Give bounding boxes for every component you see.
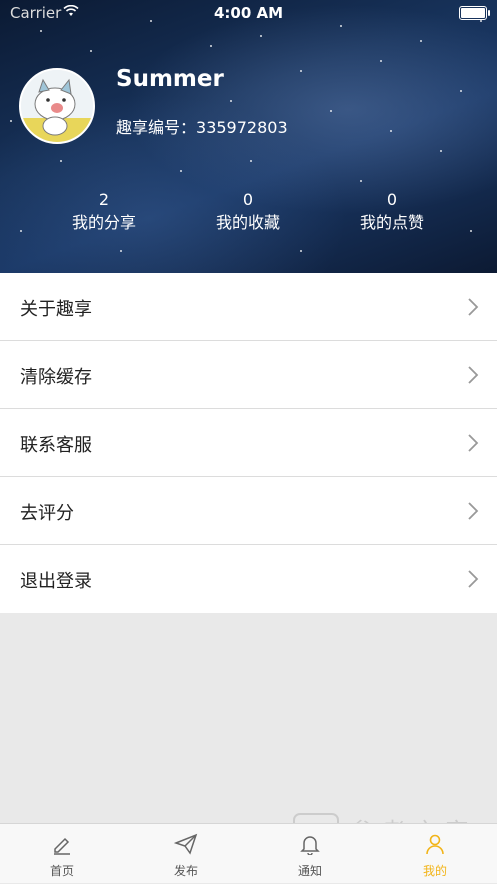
status-time: 4:00 AM <box>213 4 284 22</box>
tab-label: 通知 <box>297 864 322 878</box>
tab-label: 首页 <box>49 864 74 878</box>
menu-item-contact-support[interactable]: 联系客服 <box>0 409 497 477</box>
user-name: Summer <box>116 66 224 92</box>
chevron-right-icon <box>468 434 479 452</box>
edit-icon <box>54 837 70 855</box>
chevron-right-icon <box>468 366 479 384</box>
profile-header: Carrier 4:00 AM Summer 趣享编号：335972803 2 … <box>0 0 497 273</box>
stat-count: 0 <box>386 190 398 209</box>
stat-label: 我的分享 <box>71 213 136 232</box>
paper-plane-icon <box>174 833 198 855</box>
user-id-label: 趣享编号： <box>116 118 197 137</box>
user-id: 趣享编号：335972803 <box>116 114 288 138</box>
avatar[interactable] <box>19 68 95 144</box>
menu-item-label: 关于趣享 <box>20 299 92 320</box>
chevron-right-icon <box>468 502 479 520</box>
tab-publish[interactable]: 发布 <box>124 824 248 884</box>
tab-label: 发布 <box>173 864 198 878</box>
stat-count: 2 <box>98 190 110 209</box>
cat-avatar-icon <box>21 70 93 142</box>
stat-my-likes[interactable]: 0 我的点赞 <box>332 190 452 236</box>
chevron-right-icon <box>468 298 479 316</box>
user-id-value: 335972803 <box>196 118 288 137</box>
stat-label: 我的收藏 <box>215 213 280 232</box>
bell-icon <box>300 836 320 855</box>
tab-me[interactable]: 我的 <box>373 824 497 884</box>
menu-item-logout[interactable]: 退出登录 <box>0 545 497 613</box>
menu-item-about[interactable]: 关于趣享 <box>0 273 497 341</box>
menu-item-label: 去评分 <box>20 503 74 524</box>
stat-my-favorites[interactable]: 0 我的收藏 <box>188 190 308 236</box>
stat-label: 我的点赞 <box>359 213 424 232</box>
menu-item-label: 联系客服 <box>20 435 92 456</box>
menu-item-rate[interactable]: 去评分 <box>0 477 497 545</box>
tab-bar: 首页 发布 通知 我的 <box>0 823 497 883</box>
settings-menu: 关于趣享 清除缓存 联系客服 去评分 退出登录 <box>0 273 497 613</box>
menu-item-label: 清除缓存 <box>20 367 92 388</box>
stat-my-shares[interactable]: 2 我的分享 <box>44 190 164 236</box>
battery-icon <box>459 6 490 20</box>
menu-item-clear-cache[interactable]: 清除缓存 <box>0 341 497 409</box>
tab-label: 我的 <box>422 864 447 878</box>
tab-home[interactable]: 首页 <box>0 824 124 884</box>
status-bar: Carrier 4:00 AM <box>0 0 497 26</box>
chevron-right-icon <box>468 570 479 588</box>
person-icon <box>426 834 444 855</box>
stat-count: 0 <box>242 190 254 209</box>
menu-item-label: 退出登录 <box>20 571 92 592</box>
tab-notifications[interactable]: 通知 <box>248 824 372 884</box>
